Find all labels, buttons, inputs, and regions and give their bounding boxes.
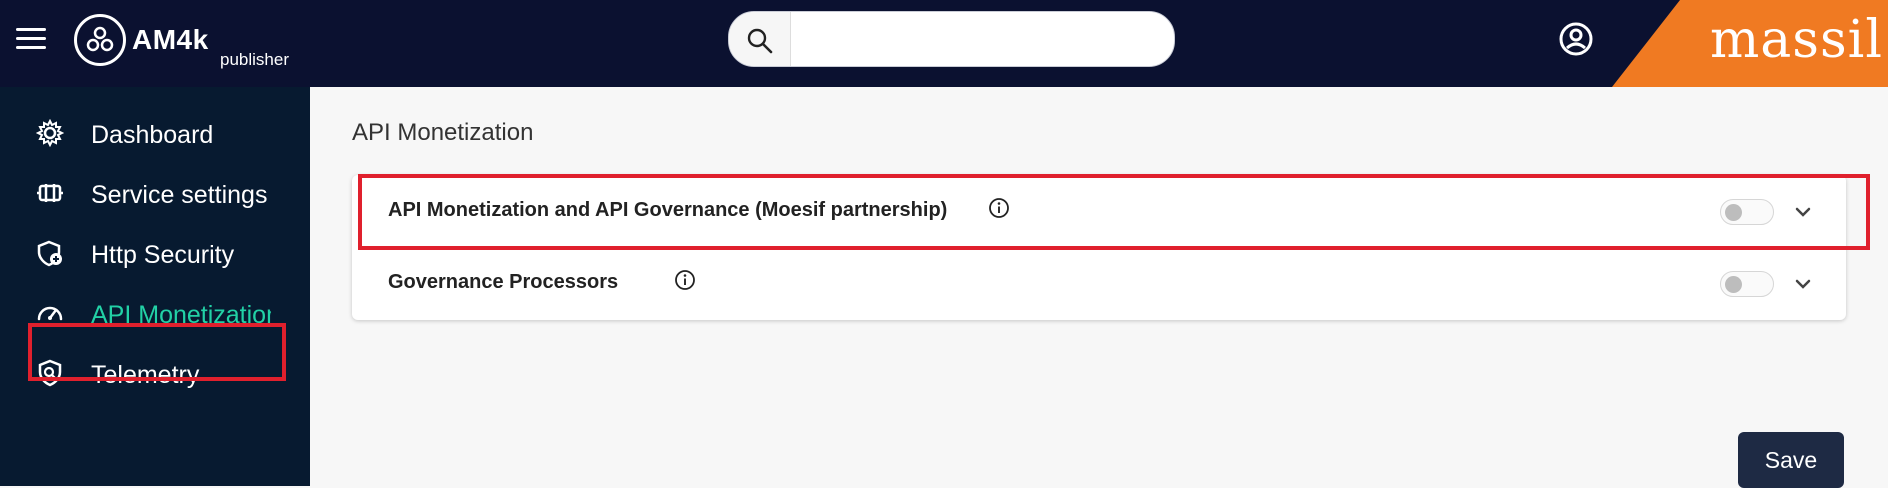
settings-card: API Monetization and API Governance (Moe… <box>352 175 1846 320</box>
app-logo-icon <box>74 14 126 66</box>
list-item-api-monetization-governance[interactable]: API Monetization and API Governance (Moe… <box>352 175 1846 247</box>
sidebar-item-label: Telemetry <box>91 361 200 389</box>
sidebar-item-label: API Monetization <box>91 301 271 329</box>
brand-name: AM4k <box>132 24 209 55</box>
sidebar-item-api-monetization[interactable]: API Monetization <box>0 283 310 343</box>
speedometer-icon <box>37 306 63 321</box>
row-label: API Monetization and API Governance (Moe… <box>388 199 948 221</box>
shield-search-icon <box>38 359 62 387</box>
menu-icon[interactable] <box>16 28 46 52</box>
top-bar: AM4k publisher massil <box>0 0 1888 87</box>
page-title: API Monetization <box>352 119 534 146</box>
sidebar-item-dashboard[interactable]: Dashboard <box>0 103 310 163</box>
info-icon[interactable] <box>988 197 1010 219</box>
search-icon[interactable] <box>729 12 791 66</box>
settings-panel-icon <box>37 184 63 202</box>
list-item-governance-processors[interactable]: Governance Processors <box>352 247 1846 319</box>
account-icon[interactable] <box>1558 21 1594 57</box>
row-label: Governance Processors <box>388 271 619 293</box>
gear-icon <box>36 119 64 147</box>
sidebar-item-http-security[interactable]: Http Security <box>0 223 310 283</box>
main-content: API Monetization API Monetization and AP… <box>310 87 1888 488</box>
toggle-knob <box>1725 276 1742 293</box>
brand-subtitle: publisher <box>220 50 289 69</box>
enable-toggle[interactable] <box>1720 271 1774 297</box>
chevron-down-icon[interactable] <box>1792 273 1814 295</box>
shield-add-icon <box>37 240 62 267</box>
search-input[interactable] <box>793 12 1168 66</box>
chevron-down-icon[interactable] <box>1792 201 1814 223</box>
enable-toggle[interactable] <box>1720 199 1774 225</box>
partner-logo: massil <box>1710 10 1883 70</box>
toggle-knob <box>1725 204 1742 221</box>
sidebar-item-label: Dashboard <box>91 121 214 149</box>
sidebar-item-label: Service settings <box>91 181 268 209</box>
save-button[interactable]: Save <box>1738 432 1844 488</box>
info-icon[interactable] <box>674 269 696 291</box>
sidebar-item-service-settings[interactable]: Service settings <box>0 163 310 223</box>
sidebar: Dashboard Service settings Http Security… <box>0 87 310 486</box>
sidebar-item-telemetry[interactable]: Telemetry <box>0 343 310 403</box>
search-bar <box>728 11 1175 67</box>
sidebar-item-label: Http Security <box>91 241 235 269</box>
